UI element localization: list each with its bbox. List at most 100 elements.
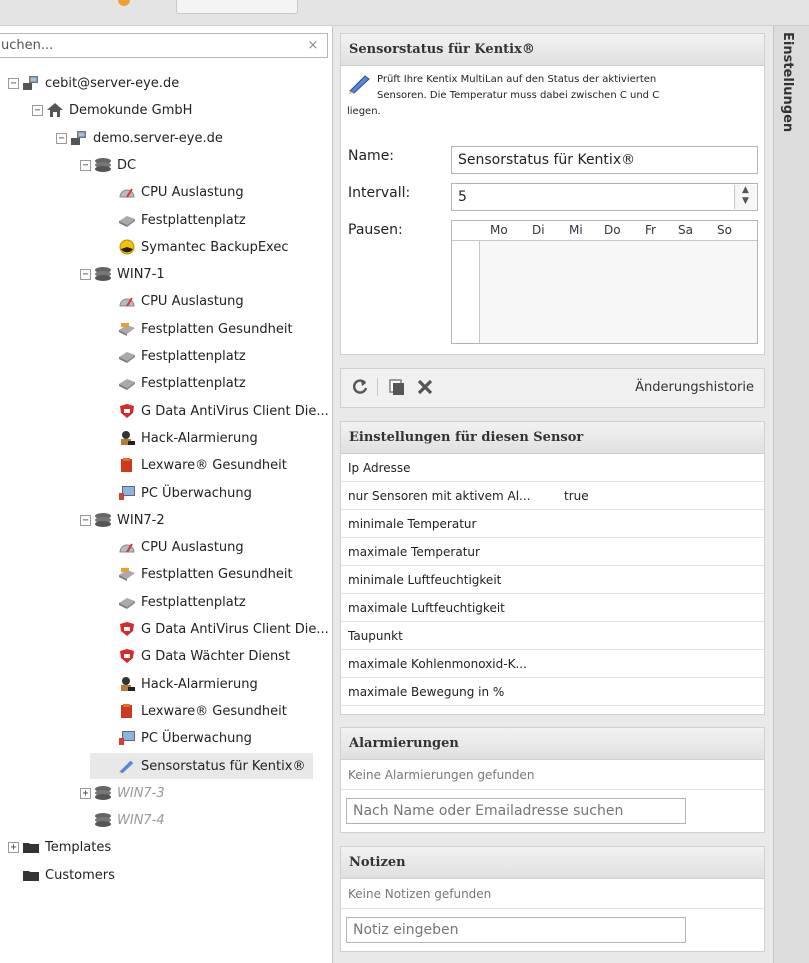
settings-row[interactable]: Taupunkt [341,622,764,650]
name-field[interactable]: Sensorstatus für Kentix® [451,146,758,174]
expand-toggle-icon[interactable]: + [8,841,19,853]
tree-node[interactable]: − demo.server-eye.de [0,125,332,151]
tree-node[interactable]: − WIN7-2 [0,507,332,533]
tree-node[interactable]: Festplattenplatz [0,370,332,396]
tree-node-label: G Data Wächter Dienst [141,648,291,664]
desc-line-3: liegen. [347,106,381,117]
tree-node-label: Festplattenplatz [141,212,246,228]
interval-spinner[interactable]: ▲ ▼ [734,185,756,209]
sensor-title: Sensorstatus für Kentix® [341,34,764,66]
alarm-search-input[interactable] [346,798,686,824]
tree-node[interactable]: − Demokunde GmbH [0,97,332,123]
tree-node[interactable]: − DC [0,152,332,178]
tree-node-label: Festplattenplatz [141,594,246,610]
pc-monitor-icon [118,485,136,501]
collapse-toggle-icon[interactable]: − [80,159,91,171]
spin-down-icon[interactable]: ▼ [735,196,756,207]
settings-row[interactable]: maximale Temperatur [341,538,764,566]
alarms-title: Alarmierungen [341,728,764,760]
network-icon [70,130,88,146]
home-icon [46,102,64,118]
tree-node[interactable]: G Data AntiVirus Client Die... [0,616,332,642]
cpu-gauge-icon [118,539,136,555]
interval-label: Intervall: [348,185,411,201]
copy-icon[interactable] [386,376,408,398]
settings-side-tab[interactable]: Einstellungen [780,32,795,132]
settings-row[interactable]: minimale Luftfeuchtigkeit [341,566,764,594]
tree-node[interactable]: Sensorstatus für Kentix® [90,753,313,779]
day-fr: Fr [645,223,656,237]
tree-node-label: Templates [45,839,112,855]
gdata-shield-icon [118,403,136,419]
tree-node[interactable]: Hack-Alarmierung [0,671,332,697]
day-do: Do [604,223,621,237]
tree-node[interactable]: PC Überwachung [0,480,332,506]
sensor-tree-panel: × − cebit@server-eye.de − Demokunde GmbH − de… [0,26,333,963]
collapse-toggle-icon[interactable]: − [80,268,91,280]
tree-node[interactable]: Festplatten Gesundheit [0,561,332,587]
note-input[interactable] [346,917,686,943]
cpu-gauge-icon [118,184,136,200]
tree-node[interactable]: − cebit@server-eye.de [0,70,332,96]
collapse-toggle-icon[interactable]: − [32,104,43,116]
name-label: Name: [348,148,395,164]
tree-node[interactable]: Symantec BackupExec [0,234,332,260]
pause-days-header: Mo Di Mi Do Fr Sa So [452,221,757,241]
settings-row[interactable]: maximale Kohlenmonoxid-K... [341,650,764,678]
tree-node[interactable]: − WIN7-1 [0,261,332,287]
toolbar-divider [377,378,378,396]
spin-up-icon[interactable]: ▲ [735,185,756,196]
setting-key: Ip Adresse [348,460,411,475]
tree-node-label: DC [117,157,137,173]
sensor-toolbar: Änderungshistorie [340,368,765,408]
expand-toggle-icon[interactable]: + [80,787,91,799]
tree-node[interactable]: Festplatten Gesundheit [0,316,332,342]
settings-row[interactable]: maximale Luftfeuchtigkeit [341,594,764,622]
tree-node[interactable]: G Data Wächter Dienst [0,643,332,669]
gdata-shield-icon [118,648,136,664]
lexware-icon [118,703,136,719]
refresh-icon[interactable] [349,376,371,398]
server-stack-icon [94,785,112,801]
tree-node[interactable]: Festplattenplatz [0,343,332,369]
tree-node-label: Hack-Alarmierung [141,430,258,446]
tree-node[interactable]: CPU Auslastung [0,179,332,205]
delete-icon[interactable] [414,376,436,398]
tree-node[interactable]: Hack-Alarmierung [0,425,332,451]
interval-field[interactable]: 5 ▲ ▼ [451,183,758,211]
settings-list: Ip Adresse nur Sensoren mit aktivem Al...… [341,454,764,706]
settings-row[interactable]: nur Sensoren mit aktivem Al... true [341,482,764,510]
collapse-toggle-icon[interactable]: − [56,132,67,144]
top-field[interactable] [176,0,298,14]
pause-schedule-grid[interactable]: Mo Di Mi Do Fr Sa So [451,220,758,344]
setting-key: maximale Kohlenmonoxid-K... [348,656,527,671]
tree-node-label: Festplatten Gesundheit [141,321,293,337]
settings-row[interactable]: maximale Bewegung in % [341,678,764,706]
day-so: So [717,223,732,237]
tree-node-label: Festplattenplatz [141,348,246,364]
tree-node[interactable]: CPU Auslastung [0,534,332,560]
collapse-toggle-icon[interactable]: − [8,77,19,89]
settings-row[interactable]: minimale Temperatur [341,510,764,538]
search-clear-icon[interactable]: × [299,34,327,57]
settings-row[interactable]: Ip Adresse [341,454,764,482]
tree-node[interactable]: + WIN7-3 [0,780,332,806]
collapse-toggle-icon[interactable]: − [80,514,91,526]
tree-search-input[interactable] [0,34,299,57]
disk-icon [118,594,136,610]
tree-node[interactable]: G Data AntiVirus Client Die... [0,398,332,424]
tree-node-label: Lexware® Gesundheit [141,457,287,473]
tree-node[interactable]: CPU Auslastung [0,288,332,314]
change-history-link[interactable]: Änderungshistorie [635,380,754,395]
tree-node[interactable]: PC Überwachung [0,725,332,751]
tree-node[interactable]: WIN7-4 [0,807,332,833]
hacker-icon [118,430,136,446]
tree-node-label: G Data AntiVirus Client Die... [141,403,329,419]
tree-node[interactable]: + Templates [0,834,332,860]
setting-value: true [564,488,589,503]
tree-node[interactable]: Festplattenplatz [0,589,332,615]
tree-node[interactable]: Customers [0,862,332,888]
tree-node[interactable]: Festplattenplatz [0,207,332,233]
tree-node[interactable]: Lexware® Gesundheit [0,452,332,478]
tree-node[interactable]: Lexware® Gesundheit [0,698,332,724]
